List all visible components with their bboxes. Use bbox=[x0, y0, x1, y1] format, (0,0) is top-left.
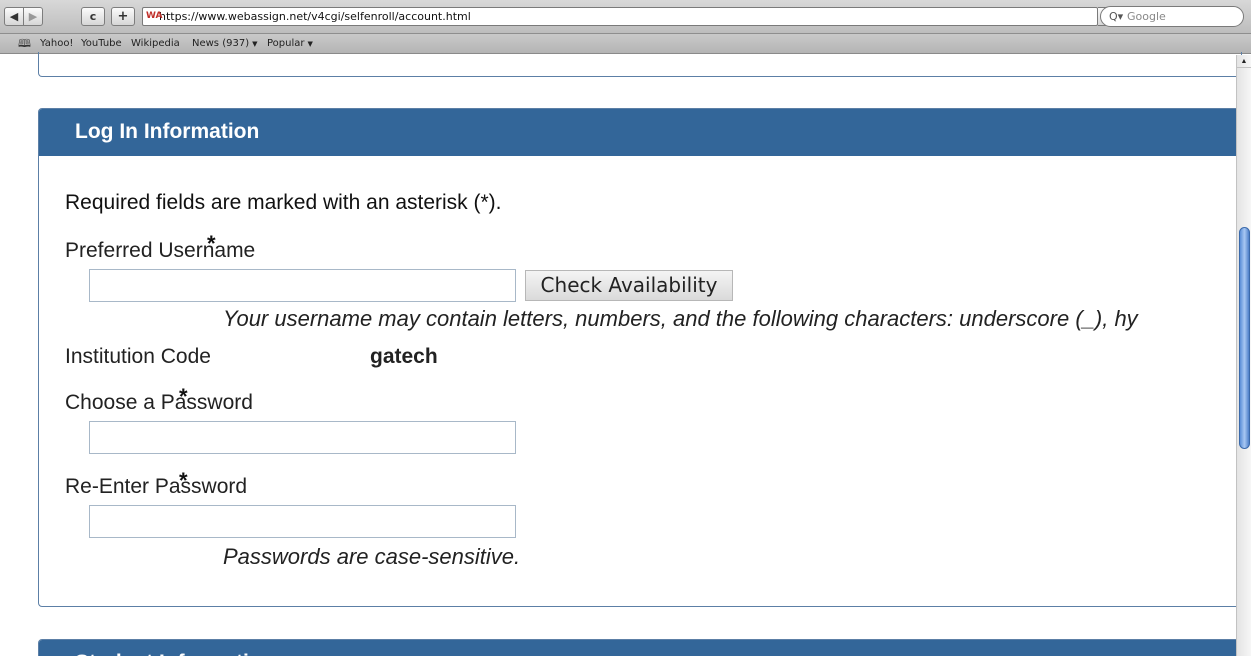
add-bookmark-button[interactable]: + bbox=[111, 7, 135, 26]
search-input[interactable]: Q▾ Google bbox=[1100, 6, 1244, 27]
bookmark-popular-label: Popular bbox=[267, 38, 305, 49]
bookmark-youtube[interactable]: YouTube bbox=[81, 34, 122, 53]
bookmark-popular[interactable]: Popular ▼ bbox=[267, 34, 313, 54]
address-bar-url: https://www.webassign.net/v4cgi/selfenro… bbox=[159, 10, 471, 23]
required-fields-note: Required fields are marked with an aster… bbox=[65, 191, 502, 214]
username-label: Preferred Username bbox=[65, 239, 256, 262]
browser-toolbar: ◀ ▶ c + WA https://www.webassign.net/v4c… bbox=[0, 0, 1251, 34]
required-asterisk: * bbox=[207, 231, 216, 256]
institution-code-label: Institution Code bbox=[65, 345, 211, 368]
bookmark-wikipedia[interactable]: Wikipedia bbox=[131, 34, 180, 53]
page-scrollbar[interactable]: ▲ bbox=[1236, 55, 1251, 656]
login-section-title: Log In Information bbox=[39, 109, 1241, 156]
previous-section-panel bbox=[38, 52, 1242, 77]
student-section-title: Student Information bbox=[39, 640, 1241, 656]
check-availability-button[interactable]: Check Availability bbox=[525, 270, 733, 301]
plus-icon: + bbox=[117, 9, 129, 24]
student-information-panel: Student Information bbox=[38, 639, 1242, 656]
username-hint: Your username may contain letters, numbe… bbox=[223, 306, 1138, 331]
reload-icon: c bbox=[89, 10, 97, 23]
required-asterisk: * bbox=[179, 468, 188, 493]
site-favicon-icon: WA bbox=[146, 11, 163, 21]
back-arrow-icon: ◀ bbox=[9, 10, 19, 23]
forward-arrow-icon: ▶ bbox=[28, 10, 38, 23]
back-button[interactable]: ◀ bbox=[4, 7, 24, 26]
login-information-panel: Log In Information Required fields are m… bbox=[38, 108, 1242, 607]
required-asterisk: * bbox=[179, 384, 188, 409]
password-hint: Passwords are case-sensitive. bbox=[223, 544, 521, 569]
bookmark-news-label: News (937) bbox=[192, 38, 250, 49]
scroll-up-arrow-icon[interactable]: ▲ bbox=[1237, 55, 1251, 68]
confirm-password-input[interactable] bbox=[89, 505, 516, 538]
open-book-icon[interactable]: 🕮 bbox=[18, 34, 31, 53]
bookmarks-bar: 🕮 Yahoo! YouTube Wikipedia News (937) ▼ P… bbox=[0, 34, 1251, 54]
password-label: Choose a Password bbox=[65, 391, 253, 414]
forward-button[interactable]: ▶ bbox=[23, 7, 43, 26]
chevron-down-icon: ▼ bbox=[252, 40, 258, 48]
bookmark-news[interactable]: News (937) ▼ bbox=[192, 34, 257, 54]
username-input[interactable] bbox=[89, 269, 516, 302]
scrollbar-thumb[interactable] bbox=[1239, 227, 1250, 449]
institution-code-value: gatech bbox=[370, 345, 438, 368]
password-input[interactable] bbox=[89, 421, 516, 454]
bookmark-yahoo[interactable]: Yahoo! bbox=[40, 34, 73, 53]
search-icon: Q▾ bbox=[1109, 10, 1124, 23]
address-bar[interactable]: WA https://www.webassign.net/v4cgi/selfe… bbox=[142, 7, 1098, 26]
chevron-down-icon: ▼ bbox=[307, 40, 313, 48]
search-placeholder: Google bbox=[1127, 10, 1166, 23]
reload-button[interactable]: c bbox=[81, 7, 105, 26]
confirm-password-label: Re-Enter Password bbox=[65, 475, 248, 498]
